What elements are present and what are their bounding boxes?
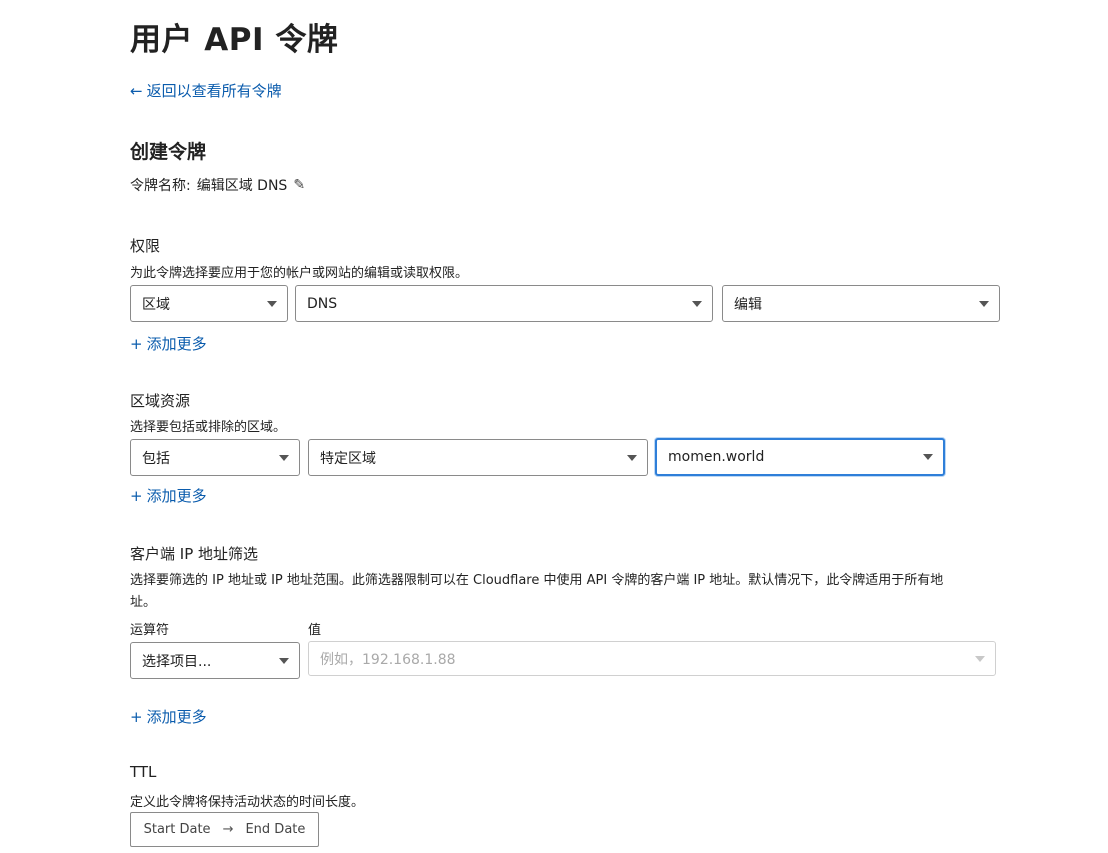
zone-include-select[interactable]: 包括 <box>130 439 300 476</box>
ip-value-placeholder: 例如，192.168.1.88 <box>320 651 456 668</box>
permission-scope-value: 区域 <box>142 296 170 313</box>
zone-resources-label: 区域资源 <box>130 392 191 410</box>
caret-down-icon <box>279 454 289 461</box>
permission-scope-select[interactable]: 区域 <box>130 285 288 322</box>
caret-down-icon <box>279 657 289 664</box>
ttl-description: 定义此令牌将保持活动状态的时间长度。 <box>130 795 365 810</box>
ip-value-select[interactable]: 例如，192.168.1.88 <box>308 641 996 676</box>
plus-icon: + <box>130 707 143 726</box>
permission-level-select[interactable]: 编辑 <box>722 285 1000 322</box>
zone-resources-add-more-button[interactable]: + 添加更多 <box>130 485 207 506</box>
zone-type-select[interactable]: 特定区域 <box>308 439 648 476</box>
permissions-add-more-label: 添加更多 <box>146 335 207 353</box>
operator-select[interactable]: 选择项目... <box>130 642 300 679</box>
back-to-tokens-link[interactable]: ← 返回以查看所有令牌 <box>130 80 282 101</box>
permission-level-value: 编辑 <box>734 296 762 313</box>
page-title: 用户 API 令牌 <box>130 22 339 58</box>
plus-icon: + <box>130 486 143 505</box>
caret-down-icon <box>975 655 985 662</box>
permissions-add-more-button[interactable]: + 添加更多 <box>130 333 207 354</box>
permissions-label: 权限 <box>130 237 161 255</box>
token-name-row: 令牌名称: 编辑区域 DNS ✎ <box>130 175 305 195</box>
token-name-value: 编辑区域 DNS <box>196 178 288 194</box>
permission-resource-select[interactable]: DNS <box>295 285 713 322</box>
permissions-description: 为此令牌选择要应用于您的帐户或网站的编辑或读取权限。 <box>130 266 469 281</box>
caret-down-icon <box>627 454 637 461</box>
pencil-icon[interactable]: ✎ <box>293 177 305 193</box>
ttl-date-range-picker[interactable]: Start Date → End Date <box>130 812 319 847</box>
operator-label: 运算符 <box>130 623 170 638</box>
ip-filter-add-more-button[interactable]: + 添加更多 <box>130 706 207 727</box>
back-link-label: 返回以查看所有令牌 <box>146 82 282 100</box>
token-name-label: 令牌名称: <box>130 178 191 194</box>
start-date-input[interactable]: Start Date <box>144 822 211 837</box>
ip-filter-description-line1: 选择要筛选的 IP 地址或 IP 地址范围。此筛选器限制可以在 Cloudfla… <box>130 573 944 588</box>
arrow-right-icon: → <box>222 822 234 837</box>
zone-name-value: momen.world <box>668 449 765 465</box>
arrow-left-icon: ← <box>130 81 143 100</box>
zone-resources-description: 选择要包括或排除的区域。 <box>130 420 287 435</box>
ip-filter-add-more-label: 添加更多 <box>146 708 207 726</box>
zone-type-value: 特定区域 <box>320 450 376 467</box>
caret-down-icon <box>979 300 989 307</box>
ttl-label: TTL <box>130 763 157 781</box>
caret-down-icon <box>923 454 933 460</box>
value-label: 值 <box>308 623 322 638</box>
ip-filter-description-line2: 址。 <box>130 595 157 610</box>
zone-include-value: 包括 <box>142 450 170 467</box>
permission-resource-value: DNS <box>307 295 338 312</box>
operator-select-placeholder: 选择项目... <box>142 653 212 670</box>
create-token-heading: 创建令牌 <box>130 141 207 163</box>
caret-down-icon <box>267 300 277 307</box>
zone-resources-add-more-label: 添加更多 <box>146 487 207 505</box>
caret-down-icon <box>692 300 702 307</box>
zone-name-select[interactable]: momen.world <box>655 438 945 476</box>
end-date-input[interactable]: End Date <box>245 822 305 837</box>
ip-filter-label: 客户端 IP 地址筛选 <box>130 545 259 563</box>
plus-icon: + <box>130 334 143 353</box>
